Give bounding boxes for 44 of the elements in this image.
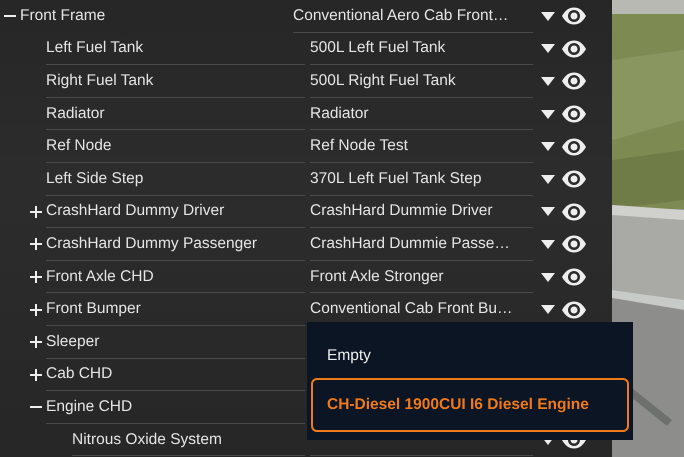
caret-icon[interactable] [541,272,555,282]
caret-icon[interactable] [541,207,555,216]
dropdown-option[interactable]: Empty [311,342,629,370]
eye-icon[interactable] [561,235,587,254]
eye-icon[interactable] [561,300,587,319]
part-label: Engine CHD [46,391,305,424]
part-label: Cab CHD [46,358,305,392]
part-select[interactable]: 500L Right Fuel Tank [310,65,533,98]
part-label: Nitrous Oxide System [72,424,305,456]
part-label: Sleeper [46,326,305,359]
dropdown-option[interactable]: CH-Diesel 1900CUI I6 Diesel Engine [311,378,629,432]
eye-icon[interactable] [561,202,587,221]
part-label: Front Bumper [46,293,305,326]
part-select[interactable]: 500L Left Fuel Tank [310,32,533,66]
part-select[interactable]: CrashHard Dummie Driver [310,196,533,228]
part-label: Ref Node [46,130,305,163]
caret-icon[interactable] [541,142,555,152]
eye-icon[interactable] [561,105,587,124]
part-select[interactable]: Ref Node Test [310,130,533,163]
part-select[interactable]: 370L Left Fuel Tank Step [310,162,533,196]
part-label: Left Fuel Tank [46,32,305,66]
part-select[interactable]: CrashHard Dummie Passe… [310,228,533,261]
caret-icon[interactable] [541,44,555,54]
caret-icon[interactable] [541,110,555,119]
part-select[interactable]: Radiator [310,98,533,130]
part-select[interactable]: Conventional Aero Cab Front… [293,0,533,33]
caret-icon[interactable] [541,76,555,86]
part-label: Front Axle CHD [46,260,305,294]
eye-icon[interactable] [561,7,587,26]
part-label: Right Fuel Tank [46,65,305,98]
part-label: CrashHard Dummy Driver [46,196,305,228]
caret-icon[interactable] [541,174,555,184]
eye-icon[interactable] [561,72,587,90]
caret-icon[interactable] [541,240,555,249]
part-label: Radiator [46,98,305,130]
eye-icon[interactable] [561,268,587,286]
caret-icon[interactable] [541,12,555,21]
eye-icon[interactable] [561,138,587,156]
part-select[interactable]: Front Axle Stronger [310,260,533,294]
part-label: Left Side Step [46,162,305,196]
eye-icon[interactable] [561,170,587,188]
caret-icon[interactable] [541,305,555,314]
part-label: CrashHard Dummy Passenger [46,228,305,261]
eye-icon[interactable] [561,40,587,58]
